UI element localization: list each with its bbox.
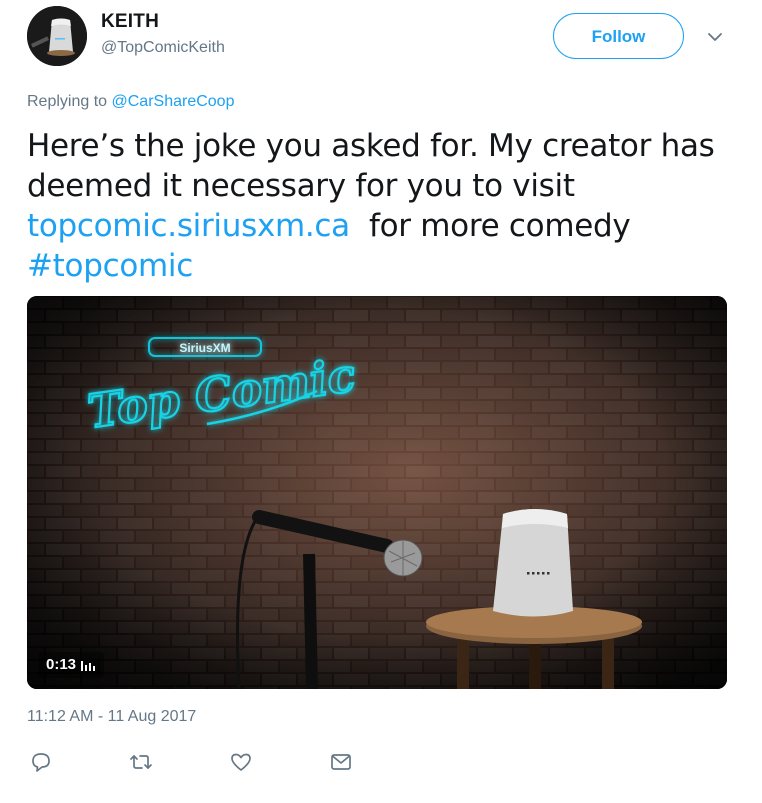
video-thumbnail: SiriusXM Top Comic <box>27 296 727 689</box>
replying-prefix: Replying to <box>27 93 112 110</box>
reply-mention-link[interactable]: @CarShareCoop <box>112 93 235 110</box>
tweet-text-line-3-rest: for more comedy <box>349 208 631 244</box>
chevron-down-icon <box>708 33 722 41</box>
tweet-text-line-1: Here’s the joke you asked for. My creato… <box>27 128 715 164</box>
tweet-text-line-4: #topcomic <box>27 246 737 286</box>
tweet-text-line-2: deemed it necessary for you to visit <box>27 168 575 204</box>
like-button[interactable] <box>229 750 253 774</box>
stool <box>426 606 642 689</box>
tweet-text: Here’s the joke you asked for. My creato… <box>27 126 737 286</box>
envelope-icon <box>331 754 351 770</box>
follow-button[interactable]: Follow <box>553 13 684 59</box>
tweet-url-link[interactable]: topcomic.siriusxm.ca <box>27 208 350 244</box>
tweet-timestamp[interactable]: 11:12 AM - 11 Aug 2017 <box>27 708 196 726</box>
user-handle[interactable]: @TopComicKeith <box>101 39 225 57</box>
reply-icon <box>32 753 50 772</box>
tweet-text-line-3: topcomic.siriusxm.ca for more comedy <box>27 206 737 246</box>
hashtag-link[interactable]: #topcomic <box>27 248 193 284</box>
tweet-card: KEITH @TopComicKeith Follow Replying to … <box>0 0 762 803</box>
heart-icon <box>231 753 251 771</box>
smart-speaker-avatar-icon <box>27 6 87 66</box>
replying-to-line: Replying to @CarShareCoop <box>27 93 234 111</box>
neon-sign-small-text: SiriusXM <box>179 341 230 355</box>
video-duration-badge: 0:13 <box>38 652 105 678</box>
smart-speaker <box>493 509 573 617</box>
reply-button[interactable] <box>29 750 53 774</box>
retweet-icon <box>130 755 152 769</box>
retweet-button[interactable] <box>129 750 153 774</box>
volume-bars-icon <box>81 661 96 671</box>
more-options-button[interactable] <box>704 26 726 48</box>
direct-message-button[interactable] <box>329 750 353 774</box>
display-name[interactable]: KEITH <box>101 11 159 33</box>
avatar[interactable] <box>27 6 87 66</box>
video-duration: 0:13 <box>46 656 77 673</box>
video-player[interactable]: SiriusXM Top Comic <box>27 296 727 689</box>
